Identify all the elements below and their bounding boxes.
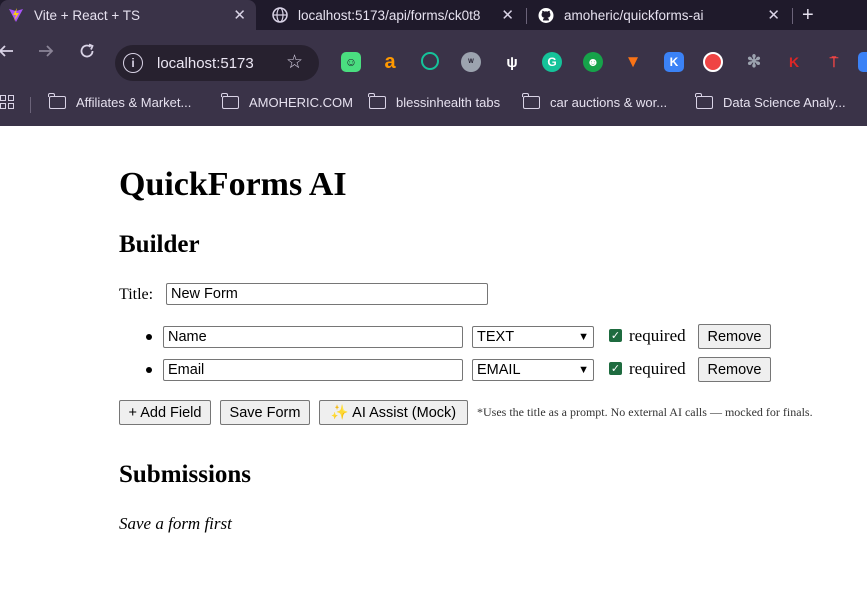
tab-github[interactable]: amoheric/quickforms-ai ✕ [530, 0, 790, 30]
address-bar[interactable]: i localhost:5173 ☆ [115, 45, 319, 81]
bookmark-label: Data Science Analy... [723, 95, 846, 110]
extension-smile-icon[interactable]: ☺ [341, 52, 361, 72]
amazon-icon[interactable]: a [380, 51, 400, 73]
ai-assist-note: *Uses the title as a prompt. No external… [477, 405, 813, 419]
form-title-input[interactable] [166, 283, 488, 305]
folder-icon [368, 93, 386, 109]
builder-heading: Builder [119, 231, 200, 258]
apps-grid-icon[interactable] [0, 95, 14, 109]
bookmark-affiliates[interactable]: Affiliates & Market... [48, 93, 192, 110]
web-extension-icon[interactable]: W [461, 52, 481, 72]
new-tab-button[interactable]: + [802, 4, 814, 27]
field-label-input[interactable] [163, 359, 463, 381]
bookmark-label: blessinhealth tabs [396, 95, 501, 110]
tab-strip: Vite + React + TS ✕ localhost:5173/api/f… [0, 0, 867, 30]
k-red-icon[interactable]: K [784, 52, 804, 72]
bookmark-label: Affiliates & Market... [76, 95, 192, 110]
bookmark-divider [30, 97, 31, 113]
forward-arrow-icon[interactable] [38, 43, 54, 64]
tab-vite[interactable]: Vite + React + TS ✕ [0, 0, 256, 30]
list-bullet [146, 367, 152, 373]
site-info-icon[interactable]: i [123, 53, 143, 73]
tools-icon[interactable]: ψ [502, 52, 522, 72]
submissions-heading: Submissions [119, 461, 252, 488]
close-tab-icon[interactable]: ✕ [767, 6, 780, 24]
chevron-down-icon: ▼ [578, 331, 589, 343]
bookmark-data-science[interactable]: Data Science Analy... [695, 93, 846, 110]
bookmark-star-icon[interactable]: ☆ [286, 51, 303, 74]
browser-toolbar: i localhost:5173 ☆ ☺ a W ψ G ☻ ▼ K ✻ K ⍑ [0, 30, 867, 96]
bookmark-blessinhealth[interactable]: blessinhealth tabs [368, 93, 501, 110]
folder-icon [695, 93, 713, 109]
pokeball-icon[interactable] [703, 52, 723, 72]
required-label: required [629, 326, 686, 345]
vite-icon [8, 7, 24, 23]
bookmark-car-auctions[interactable]: car auctions & wor... [522, 93, 668, 110]
required-checkbox[interactable]: ✓ [609, 329, 622, 342]
add-field-button[interactable]: + Add Field [119, 400, 211, 425]
required-label: required [629, 359, 686, 378]
tab-api-forms[interactable]: localhost:5173/api/forms/ck0t8 ✕ [264, 0, 524, 30]
tab-title: localhost:5173/api/forms/ck0t8 [298, 7, 481, 23]
edge-extension-icon[interactable] [858, 52, 867, 72]
field-label-input[interactable] [163, 326, 463, 348]
app-title: QuickForms AI [119, 166, 347, 203]
globe-icon [272, 7, 288, 23]
field-type-value: EMAIL [477, 362, 521, 378]
submissions-empty-message: Save a form first [119, 514, 232, 533]
back-arrow-icon[interactable] [0, 43, 14, 64]
close-tab-icon[interactable]: ✕ [501, 6, 514, 24]
bookmark-label: car auctions & wor... [550, 95, 668, 110]
required-checkbox[interactable]: ✓ [609, 362, 622, 375]
remove-field-button[interactable]: Remove [698, 357, 771, 382]
robot-icon[interactable]: ☻ [583, 52, 603, 72]
title-label: Title: [119, 286, 154, 303]
figure-icon[interactable]: ⍑ [824, 52, 844, 72]
save-form-button[interactable]: Save Form [220, 400, 310, 425]
tab-title: amoheric/quickforms-ai [564, 7, 704, 23]
field-type-select[interactable]: TEXT ▼ [472, 326, 594, 348]
k-extension-icon[interactable]: K [664, 52, 684, 72]
grammarly-icon[interactable]: G [542, 52, 562, 72]
ai-assist-button[interactable]: ✨ AI Assist (Mock) [319, 400, 468, 425]
folder-icon [522, 93, 540, 109]
bookmark-label: AMOHERIC.COM [249, 95, 353, 110]
chevron-down-icon: ▼ [578, 364, 589, 376]
list-bullet [146, 334, 152, 340]
field-type-value: TEXT [477, 329, 515, 345]
loading-spinner-icon[interactable]: ✻ [744, 52, 764, 72]
reload-icon[interactable] [79, 43, 95, 64]
close-tab-icon[interactable]: ✕ [233, 6, 246, 24]
address-url: localhost:5173 [157, 54, 254, 72]
github-icon [538, 7, 554, 23]
folder-icon [48, 93, 66, 109]
field-type-select[interactable]: EMAIL ▼ [472, 359, 594, 381]
tab-divider [792, 8, 793, 24]
remove-field-button[interactable]: Remove [698, 324, 771, 349]
grammarly-go-icon[interactable] [421, 52, 439, 70]
tab-title: Vite + React + TS [34, 7, 141, 23]
bookmark-amoheric[interactable]: AMOHERIC.COM [221, 93, 353, 110]
tab-divider [526, 8, 527, 24]
metamask-fox-icon[interactable]: ▼ [623, 52, 643, 72]
folder-icon [221, 93, 239, 109]
